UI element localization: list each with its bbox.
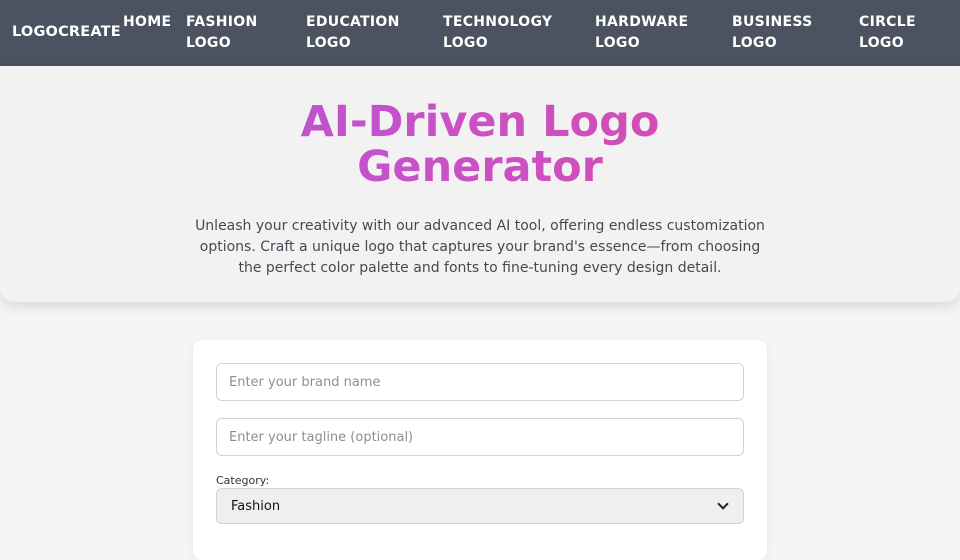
chevron-down-icon: [717, 498, 729, 510]
nav-item-label: LOGO: [186, 35, 231, 51]
nav-item-home[interactable]: HOME: [123, 12, 171, 33]
logo-form-card: Category: Fashion: [193, 340, 767, 560]
nav-item-label: LOGO: [306, 35, 351, 51]
tagline-input[interactable]: [216, 418, 744, 456]
category-select[interactable]: Fashion: [216, 488, 744, 524]
category-label: Category:: [216, 474, 270, 487]
nav-item-label: LOGO: [732, 35, 777, 51]
nav-item-label: LOGO: [595, 35, 640, 51]
nav-item-label: LOGO: [859, 35, 904, 51]
page-title-line: Generator: [357, 142, 603, 192]
nav-item-label: FASHION: [186, 14, 258, 30]
nav-item-label: TECHNOLOGY: [443, 14, 553, 30]
nav-item-hardware-logo[interactable]: HARDWARE LOGO: [595, 12, 688, 54]
nav-item-label: HOME: [123, 14, 172, 30]
nav-item-label: HARDWARE: [595, 14, 689, 30]
page-title: AI-Driven Logo Generator: [0, 100, 960, 190]
category-selected-value: Fashion: [231, 498, 281, 514]
page-title-line: AI-Driven Logo: [300, 97, 660, 147]
nav-item-business-logo[interactable]: BUSINESS LOGO: [732, 12, 813, 54]
nav-item-label: BUSINESS: [732, 14, 813, 30]
top-navbar: LOGOCREATE HOME FASHION LOGO EDUCATION L…: [0, 0, 960, 66]
nav-item-circle-logo[interactable]: CIRCLE LOGO: [859, 12, 916, 54]
brand-logo[interactable]: LOGOCREATE: [12, 24, 121, 40]
nav-item-label: LOGO: [443, 35, 488, 51]
nav-item-label: EDUCATION: [306, 14, 400, 30]
nav-item-label: CIRCLE: [859, 14, 916, 30]
brand-name-input[interactable]: [216, 363, 744, 401]
hero-description: Unleash your creativity with our advance…: [195, 218, 765, 276]
nav-item-technology-logo[interactable]: TECHNOLOGY LOGO: [443, 12, 552, 54]
nav-item-fashion-logo[interactable]: FASHION LOGO: [186, 12, 258, 54]
hero-section: AI-Driven Logo Generator Unleash your cr…: [0, 66, 960, 302]
nav-item-education-logo[interactable]: EDUCATION LOGO: [306, 12, 400, 54]
